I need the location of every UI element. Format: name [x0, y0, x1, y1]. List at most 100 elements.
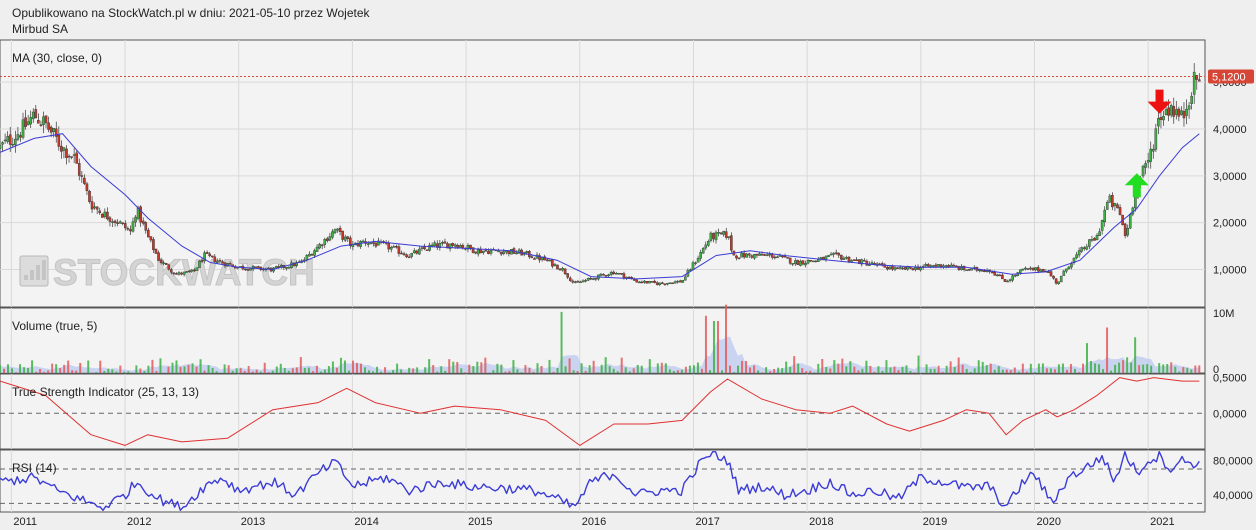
candle-body — [497, 250, 500, 253]
candle-body — [694, 262, 697, 264]
candle-body — [6, 136, 9, 142]
candle-body — [658, 282, 662, 285]
candle-body — [1054, 278, 1058, 284]
candle-body — [315, 246, 319, 252]
candle-body — [816, 259, 820, 262]
candle-body — [479, 249, 483, 254]
candle-body — [842, 257, 846, 260]
volume-bar — [1017, 371, 1020, 373]
candle-body — [1090, 239, 1094, 241]
candle-body — [31, 111, 35, 120]
candle-body — [111, 221, 114, 223]
volume-bar — [632, 368, 635, 373]
candle-body — [338, 227, 342, 232]
candle-body — [926, 264, 930, 267]
candle-body — [747, 253, 751, 256]
volume-bar — [468, 364, 471, 373]
candle-body — [847, 256, 851, 262]
volume-bar — [207, 365, 210, 373]
volume-bar — [1005, 369, 1008, 373]
volume-bar — [203, 370, 206, 373]
candle-body — [691, 262, 695, 270]
candle-body — [52, 128, 56, 132]
volume-bar — [873, 371, 876, 373]
candle-body — [453, 244, 457, 247]
volume-bar — [388, 372, 391, 373]
candle-body — [719, 232, 723, 235]
volume-bar — [27, 367, 30, 373]
volume-bar — [103, 371, 106, 373]
volume-bar — [704, 315, 707, 373]
volume-bar — [769, 371, 772, 373]
candle-body — [228, 263, 232, 265]
candle-body — [1177, 108, 1181, 117]
volume-bar — [175, 360, 178, 373]
candle-body — [673, 281, 677, 284]
candle-body — [1157, 118, 1160, 127]
volume-bar — [1094, 363, 1097, 373]
candle-body — [67, 155, 71, 158]
candle-body — [428, 244, 431, 251]
volume-bar — [460, 368, 463, 373]
candle-body — [995, 274, 999, 277]
candle-body — [1, 142, 4, 145]
candle-body — [121, 222, 125, 225]
volume-bar — [600, 364, 603, 373]
volume-bar — [636, 364, 639, 373]
volume-bar — [299, 357, 302, 373]
candle-body — [545, 259, 549, 261]
volume-bar — [620, 357, 623, 373]
volume-bar — [323, 369, 326, 373]
volume-bar — [560, 311, 563, 373]
candle-body — [1080, 247, 1083, 252]
candle-body — [737, 257, 741, 259]
volume-bar — [817, 363, 820, 373]
candle-body — [57, 134, 61, 147]
volume-bar — [179, 366, 182, 373]
candle-body — [1075, 254, 1078, 259]
volume-bar — [905, 365, 908, 373]
candle-body — [326, 238, 329, 242]
candle-body — [256, 266, 260, 268]
volume-bar — [961, 364, 964, 373]
volume-bar — [708, 370, 711, 373]
volume-bar — [917, 355, 920, 373]
price-tick-label: 4,0000 — [1213, 124, 1247, 136]
candle-body — [400, 252, 403, 255]
candle-body — [643, 280, 646, 283]
candle-body — [1141, 165, 1145, 177]
candle-body — [49, 126, 53, 133]
candle-body — [614, 273, 618, 275]
volume-bar — [1150, 365, 1153, 373]
volume-bar — [223, 364, 226, 373]
candle-body — [420, 247, 424, 249]
candle-body — [983, 270, 986, 272]
candle-body — [60, 145, 63, 152]
candle-body — [320, 244, 324, 247]
candle-body — [1192, 71, 1196, 95]
candle-body — [840, 254, 843, 260]
volume-bar — [1186, 367, 1189, 373]
candle-body — [474, 251, 477, 254]
candle-body — [336, 228, 339, 231]
volume-bar — [15, 372, 18, 373]
candle-body — [791, 263, 795, 265]
candle-body — [763, 254, 766, 256]
candle-body — [75, 152, 79, 164]
candle-body — [678, 280, 682, 283]
candle-body — [244, 268, 247, 271]
candle-body — [1021, 268, 1025, 271]
x-tick-label: 2016 — [582, 516, 606, 528]
candle-body — [722, 230, 725, 235]
volume-bar — [151, 359, 154, 373]
candle-body — [1011, 275, 1014, 281]
candle-body — [1159, 117, 1163, 120]
candle-body — [425, 249, 429, 251]
candle-body — [80, 175, 84, 177]
candle-body — [515, 252, 518, 255]
volume-bar — [548, 359, 551, 373]
candle-body — [637, 281, 641, 284]
candle-body — [193, 269, 196, 272]
volume-bar — [263, 362, 266, 373]
candle-body — [765, 254, 769, 257]
